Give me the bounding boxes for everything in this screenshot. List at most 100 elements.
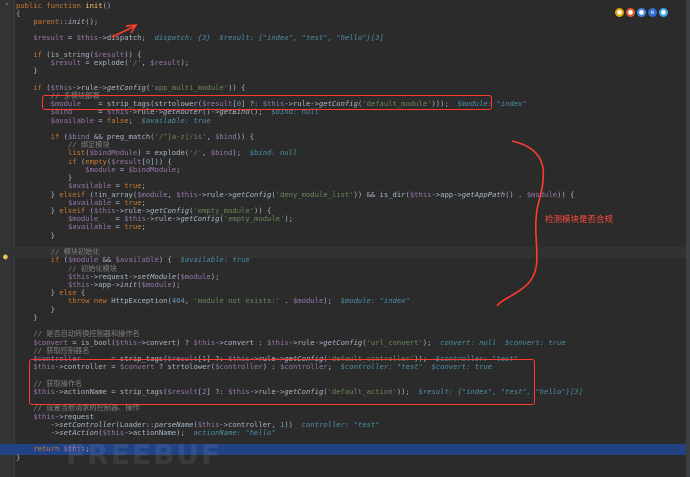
code-token: 'module not exists:' bbox=[193, 296, 280, 306]
code-token: )) { bbox=[228, 82, 246, 92]
code-token: } bbox=[16, 230, 55, 240]
code-token: ; bbox=[128, 115, 142, 125]
code-line[interactable]: $result = $this->dispatch; dispatch: {3}… bbox=[16, 32, 384, 43]
code-token: parent bbox=[33, 16, 60, 26]
code-line[interactable]: $result = explode('/', $result); bbox=[16, 57, 190, 68]
code-token: setAction bbox=[59, 427, 99, 437]
code-token: 'deny_module_list' bbox=[275, 189, 354, 199]
code-token: ->convert : bbox=[215, 337, 268, 347]
firefox-icon[interactable]: ● bbox=[626, 8, 635, 17]
code-line[interactable]: $convert = is_bool($this->convert) ? $th… bbox=[16, 337, 566, 348]
code-token: 'url_convert' bbox=[366, 337, 423, 347]
code-token: $available bbox=[50, 115, 94, 125]
code-token: init bbox=[119, 279, 138, 289]
fold-marker-icon[interactable]: ▾ bbox=[5, 1, 9, 8]
code-token: )) { bbox=[557, 189, 575, 199]
code-line[interactable]: $available = false; $available: true bbox=[16, 115, 211, 126]
edge-icon[interactable]: ● bbox=[659, 8, 668, 17]
code-token: init bbox=[85, 0, 103, 10]
code-token: $module bbox=[141, 279, 172, 289]
code-token: ->rule-> bbox=[145, 214, 181, 224]
code-token: return bbox=[33, 444, 64, 454]
code-token: '/^[a-z]/is' bbox=[154, 132, 207, 142]
code-token: ); bbox=[232, 148, 250, 158]
code-token: , bbox=[141, 58, 151, 68]
code-token: :: bbox=[59, 16, 68, 26]
code-token: ) { bbox=[158, 255, 181, 265]
code-token: '/' bbox=[189, 148, 203, 158]
code-token: $bindModule bbox=[128, 164, 177, 174]
code-token: $this bbox=[176, 189, 198, 199]
code-token: )) && is_dir( bbox=[353, 189, 410, 199]
code-token: $this bbox=[102, 427, 125, 437]
code-token: init bbox=[67, 16, 86, 26]
chrome-icon[interactable]: ● bbox=[615, 8, 624, 17]
code-token: $this bbox=[267, 337, 289, 347]
code-token: } bbox=[16, 312, 38, 322]
code-token: 'empty_module' bbox=[223, 214, 285, 224]
browser-icons-bar: ● ● ● e ● bbox=[615, 8, 668, 17]
code-token: 'app_multi_module' bbox=[150, 82, 229, 92]
vertical-scrollbar[interactable] bbox=[686, 0, 690, 477]
code-line[interactable]: ->setAction($this->actionName); actionNa… bbox=[16, 427, 276, 438]
code-token: -> bbox=[16, 427, 60, 437]
code-token: = bbox=[93, 115, 107, 125]
code-token: throw new bbox=[67, 296, 112, 306]
code-token: $module: "index" bbox=[340, 296, 410, 306]
code-token: (); bbox=[85, 16, 99, 26]
code-token: ); bbox=[422, 337, 441, 347]
code-token: $bind bbox=[210, 148, 233, 158]
safari-icon[interactable]: ● bbox=[637, 8, 646, 17]
code-token: getConfig bbox=[323, 337, 363, 347]
code-token: ->rule-> bbox=[197, 189, 233, 199]
code-token: , bbox=[167, 189, 177, 199]
code-token: ->dispatch; bbox=[98, 33, 155, 43]
code-line[interactable]: } bbox=[16, 312, 38, 323]
code-token: public function bbox=[16, 0, 86, 10]
line-gutter[interactable] bbox=[0, 0, 15, 477]
code-editor[interactable]: ▾ public function init(){ parent::init()… bbox=[0, 0, 690, 477]
code-token: ); bbox=[210, 271, 220, 281]
code-token: actionName: "hello" bbox=[193, 427, 276, 437]
code-line[interactable]: } bbox=[16, 65, 37, 76]
code-token: $available bbox=[67, 222, 112, 232]
code-line[interactable]: throw new HttpException(404, 'module not… bbox=[16, 295, 410, 306]
annotation-label: 检测模块是否合规 bbox=[545, 215, 614, 225]
code-line[interactable]: parent::init(); bbox=[16, 16, 98, 27]
code-token: } bbox=[16, 452, 21, 462]
code-token: ); bbox=[323, 296, 341, 306]
code-token: getConfig bbox=[180, 214, 220, 224]
code-token: getAppPath bbox=[461, 189, 506, 199]
code-token: () bbox=[102, 0, 112, 10]
code-token: $this bbox=[409, 189, 432, 199]
code-token: convert: null $convert: true bbox=[440, 337, 566, 347]
code-token: )) { bbox=[236, 132, 255, 142]
code-token: $module bbox=[292, 296, 324, 306]
code-token: $this bbox=[76, 33, 99, 43]
highlight-box-module bbox=[42, 95, 492, 110]
code-token: = bbox=[115, 164, 129, 174]
code-line[interactable]: public function init() bbox=[16, 0, 111, 11]
code-token: getConfig bbox=[106, 82, 146, 92]
code-token: $this bbox=[115, 337, 138, 347]
ie-icon[interactable]: e bbox=[648, 8, 657, 17]
code-token: $result bbox=[150, 58, 181, 68]
code-token: $module bbox=[526, 189, 557, 199]
lightbulb-icon[interactable]: ● bbox=[3, 252, 8, 261]
code-line[interactable]: } bbox=[16, 452, 20, 463]
code-token: ->actionName); bbox=[124, 427, 194, 437]
code-token: ); bbox=[284, 214, 293, 224]
code-token: $available: true bbox=[141, 115, 211, 125]
code-token: . bbox=[280, 296, 293, 306]
code-token: ; bbox=[141, 222, 146, 232]
code-token: ->rule-> bbox=[288, 337, 324, 347]
watermark: FREEBUF bbox=[66, 438, 223, 471]
code-line[interactable]: } bbox=[16, 230, 55, 241]
code-token: ->app-> bbox=[89, 279, 120, 289]
code-token: $this bbox=[193, 337, 216, 347]
code-token: = bbox=[111, 222, 125, 232]
code-token: $result bbox=[33, 33, 64, 43]
code-token: )) bbox=[284, 419, 302, 429]
code-token: 404 bbox=[171, 296, 185, 306]
